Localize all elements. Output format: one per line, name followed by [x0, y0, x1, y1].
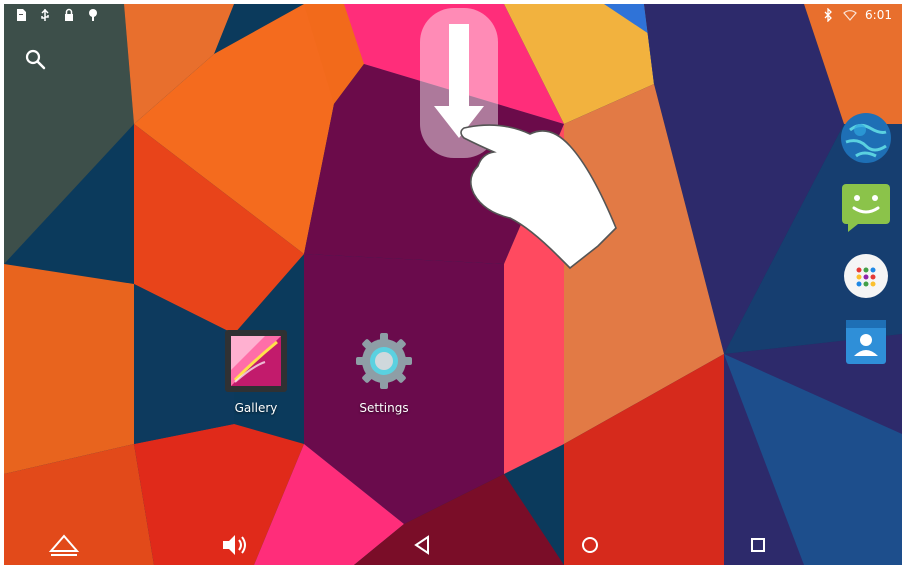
recent-apps-icon[interactable] — [742, 531, 774, 559]
gallery-icon — [225, 330, 287, 392]
sd-card-icon — [17, 9, 26, 21]
home-circle-icon[interactable] — [574, 531, 606, 559]
messaging-icon[interactable] — [840, 180, 892, 232]
wifi-icon — [843, 10, 857, 21]
search-icon[interactable] — [24, 48, 48, 72]
settings-gear-icon — [356, 333, 412, 389]
app-gallery[interactable]: Gallery — [224, 330, 288, 415]
lock-icon — [65, 8, 73, 21]
notification-icon — [89, 9, 97, 21]
navigation-bar — [4, 525, 902, 565]
usb-icon — [41, 8, 49, 21]
home-screen: 6:01 Gallery Settings — [4, 4, 902, 565]
app-drawer-icon[interactable] — [840, 250, 892, 302]
bluetooth-icon — [824, 8, 832, 22]
app-label: Settings — [359, 401, 409, 415]
app-settings[interactable]: Settings — [348, 330, 420, 415]
clock: 6:01 — [865, 8, 892, 22]
back-icon[interactable] — [406, 531, 438, 559]
home-icon[interactable] — [48, 531, 80, 559]
pointing-hand-icon — [460, 124, 617, 270]
browser-globe-icon[interactable] — [840, 112, 892, 164]
app-label: Gallery — [234, 401, 278, 415]
volume-icon[interactable] — [218, 531, 250, 559]
swipe-down-gesture-hint — [420, 8, 617, 270]
contacts-icon[interactable] — [840, 316, 892, 368]
